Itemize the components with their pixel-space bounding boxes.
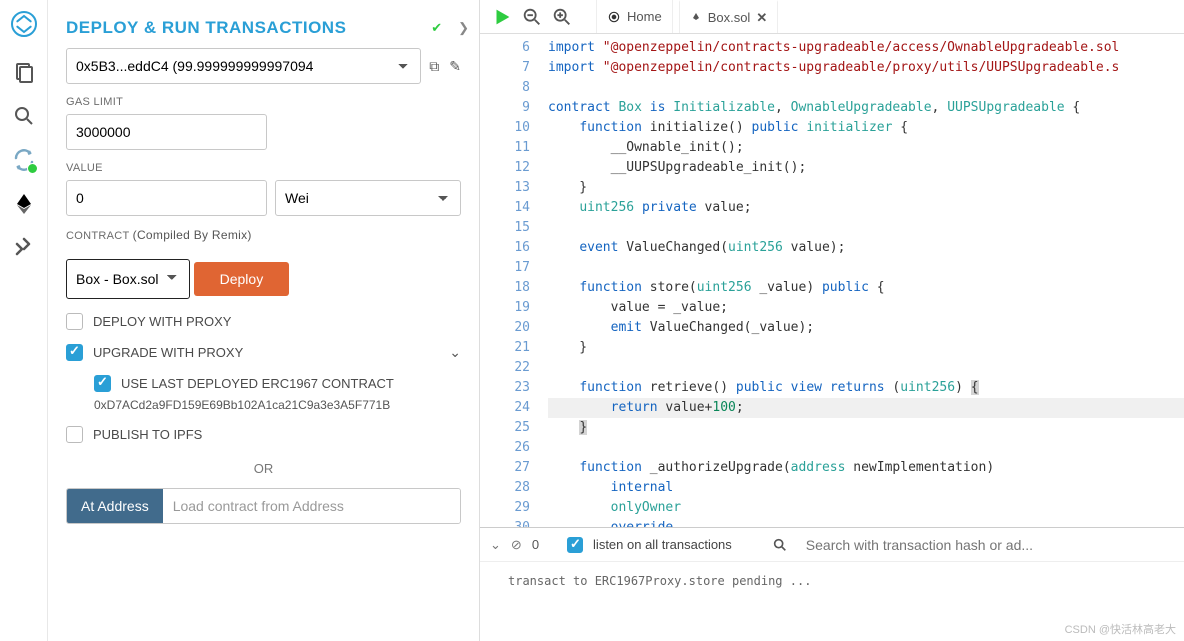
console-search-icon[interactable] bbox=[772, 537, 788, 553]
value-unit-select[interactable]: Wei bbox=[275, 180, 461, 216]
solidity-icon bbox=[690, 12, 702, 24]
zoom-out-icon[interactable] bbox=[520, 6, 544, 28]
chevron-down-icon[interactable]: ⌄ bbox=[449, 344, 461, 361]
edit-icon[interactable]: ✎ bbox=[449, 58, 461, 75]
at-address-input[interactable] bbox=[163, 489, 460, 523]
zoom-in-icon[interactable] bbox=[550, 6, 574, 28]
value-input[interactable] bbox=[66, 180, 267, 216]
listen-label: listen on all transactions bbox=[593, 537, 732, 552]
search-icon[interactable] bbox=[12, 104, 36, 128]
file-explorer-icon[interactable] bbox=[12, 60, 36, 84]
deploy-panel: DEPLOY & RUN TRANSACTIONS ✔ ❯ 0x5B3...ed… bbox=[48, 0, 480, 641]
home-icon bbox=[607, 10, 621, 24]
tab-file[interactable]: Box.sol ✕ bbox=[679, 0, 779, 33]
value-label: VALUE bbox=[66, 162, 461, 174]
icon-sidebar bbox=[0, 0, 48, 641]
compiler-icon[interactable] bbox=[12, 148, 36, 172]
at-address-button[interactable]: At Address bbox=[67, 489, 163, 523]
code-editor[interactable]: 6789101112131415161718192021222324252627… bbox=[480, 34, 1184, 527]
use-last-deployed-label: USE LAST DEPLOYED ERC1967 CONTRACT bbox=[121, 376, 394, 391]
gas-limit-input[interactable] bbox=[66, 114, 267, 150]
upgrade-with-proxy-checkbox[interactable] bbox=[66, 344, 83, 361]
last-deployed-address: 0xD7ACd2a9FD159E69Bb102A1ca21C9a3e3A5F77… bbox=[94, 398, 461, 412]
deploy-with-proxy-label: DEPLOY WITH PROXY bbox=[93, 314, 231, 329]
clear-icon[interactable]: ⊘ bbox=[511, 537, 522, 553]
check-icon[interactable]: ✔ bbox=[431, 20, 442, 36]
contract-select[interactable]: Box - Box.sol bbox=[66, 259, 190, 299]
gas-limit-label: GAS LIMIT bbox=[66, 96, 461, 108]
deploy-button[interactable]: Deploy bbox=[194, 262, 290, 296]
remix-logo-icon[interactable] bbox=[8, 8, 40, 40]
deploy-icon[interactable] bbox=[12, 192, 36, 216]
contract-label: CONTRACT (Compiled By Remix) bbox=[66, 228, 461, 242]
tab-home[interactable]: Home bbox=[596, 0, 673, 33]
debugger-icon[interactable] bbox=[12, 236, 36, 260]
console-search-input[interactable] bbox=[798, 531, 1174, 559]
panel-title: DEPLOY & RUN TRANSACTIONS bbox=[66, 18, 431, 38]
chevron-right-icon[interactable]: ❯ bbox=[458, 20, 469, 36]
pending-count: 0 bbox=[532, 537, 539, 552]
run-icon[interactable] bbox=[490, 6, 514, 28]
publish-ipfs-label: PUBLISH TO IPFS bbox=[93, 427, 202, 442]
copy-icon[interactable]: ⧉ bbox=[429, 58, 439, 75]
close-tab-icon[interactable]: ✕ bbox=[756, 10, 767, 26]
account-select[interactable]: 0x5B3...eddC4 (99.999999999997094 bbox=[66, 48, 421, 84]
or-divider: OR bbox=[66, 461, 461, 476]
collapse-icon[interactable]: ⌄ bbox=[490, 537, 501, 553]
watermark: CSDN @快活林高老大 bbox=[1065, 621, 1176, 637]
use-last-deployed-checkbox[interactable] bbox=[94, 375, 111, 392]
publish-ipfs-checkbox[interactable] bbox=[66, 426, 83, 443]
editor-toolbar: Home Box.sol ✕ bbox=[480, 0, 1184, 34]
editor-area: Home Box.sol ✕ 6789101112131415161718192… bbox=[480, 0, 1184, 641]
deploy-with-proxy-checkbox[interactable] bbox=[66, 313, 83, 330]
upgrade-with-proxy-label: UPGRADE WITH PROXY bbox=[93, 345, 243, 360]
listen-checkbox[interactable] bbox=[567, 537, 583, 553]
